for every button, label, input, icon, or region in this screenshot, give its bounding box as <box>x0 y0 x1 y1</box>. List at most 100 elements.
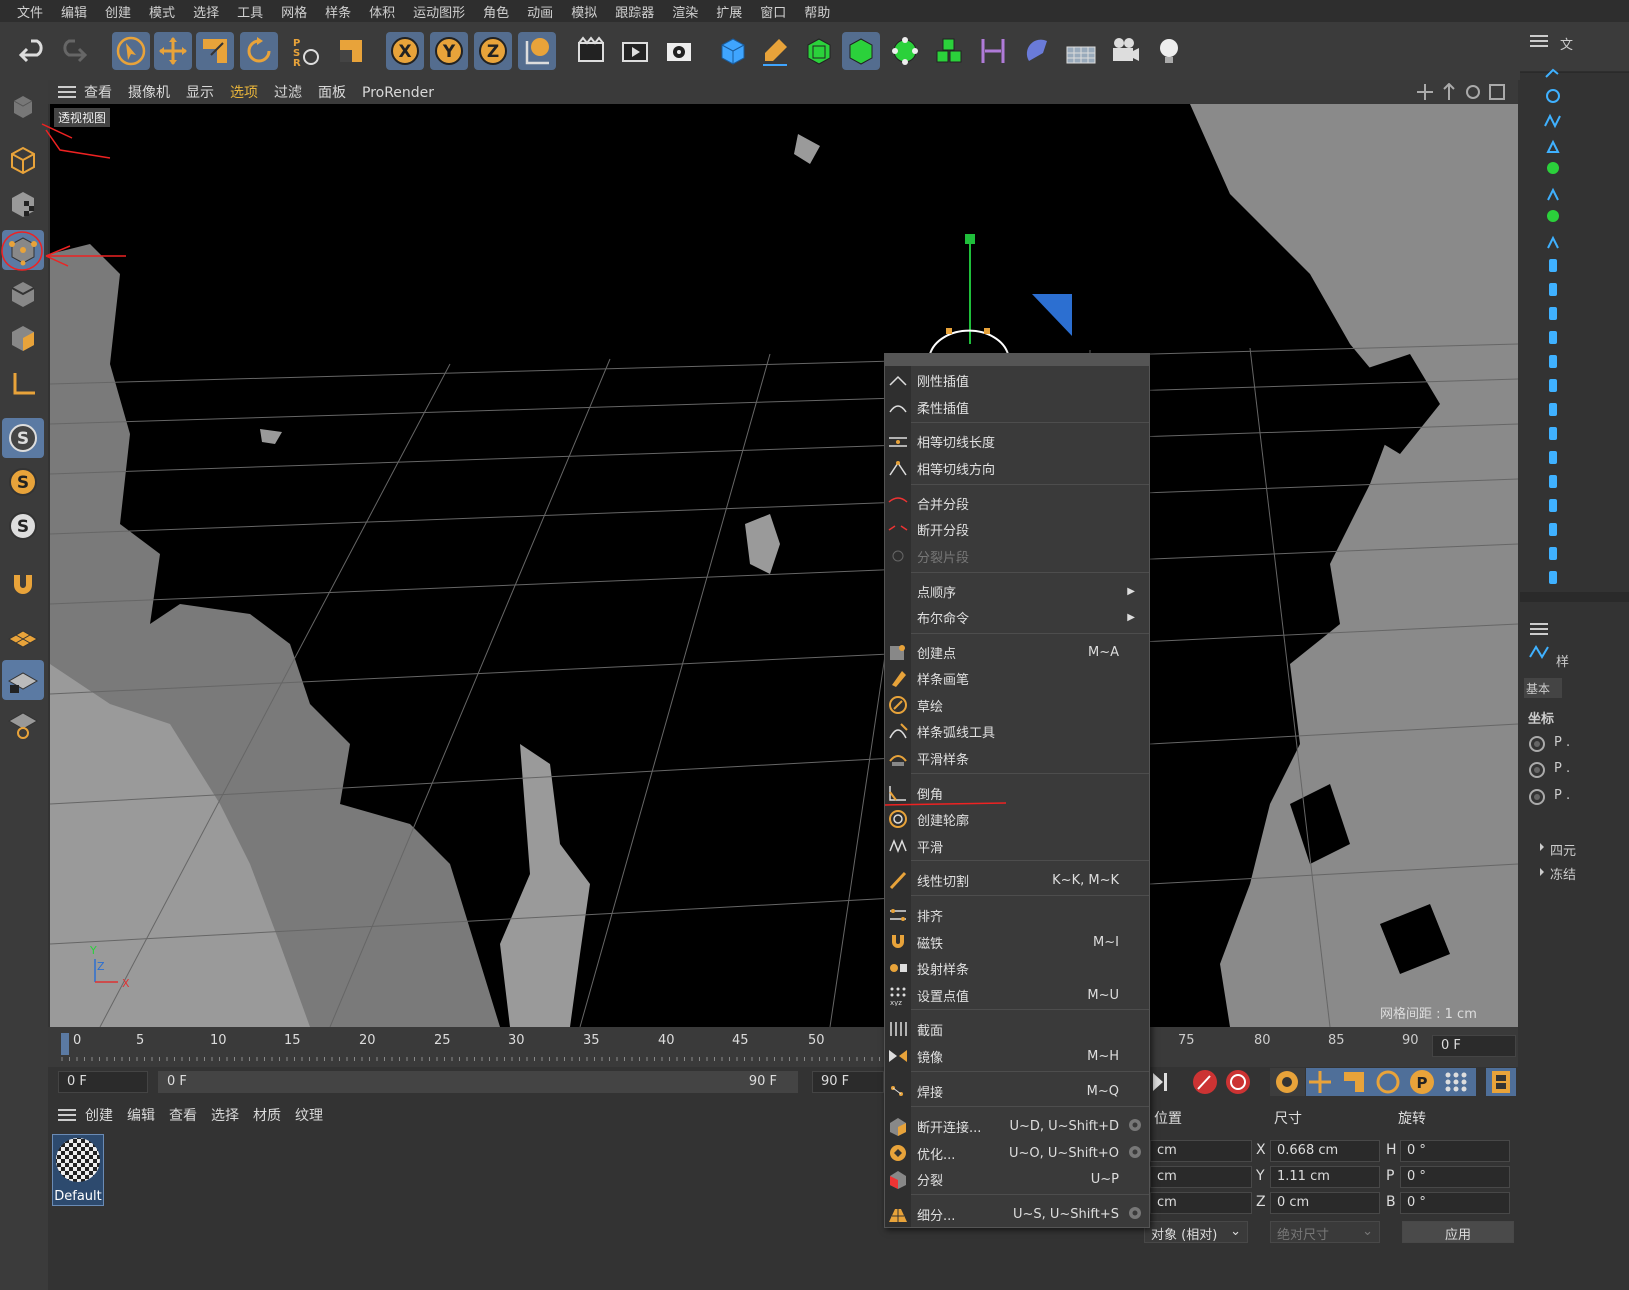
perspective-viewport[interactable]: Y Z X <box>50 104 1518 1027</box>
orbit-icon[interactable] <box>1464 83 1482 101</box>
axis-mode-icon[interactable] <box>2 364 44 404</box>
move-icon[interactable] <box>154 32 192 70</box>
context-menu-item[interactable]: 优化... U~O, U~Shift+O <box>885 1140 1149 1166</box>
menu-item[interactable]: 角色 <box>474 2 518 21</box>
context-menu-item[interactable]: 磁铁 M~I <box>885 929 1149 955</box>
rotation-field[interactable]: 0 ° <box>1400 1192 1510 1214</box>
context-menu-item[interactable]: 创建点 M~A <box>885 639 1149 665</box>
viewport-hamburger-icon[interactable] <box>48 85 76 99</box>
context-menu-item[interactable]: 焊接 M~Q <box>885 1078 1149 1104</box>
material-hamburger-icon[interactable] <box>48 1108 78 1122</box>
cloner-icon[interactable] <box>930 32 968 70</box>
last-tool-icon[interactable] <box>332 32 370 70</box>
context-menu-item[interactable]: 投射样条 <box>885 955 1149 981</box>
position-field[interactable]: cm <box>1150 1166 1252 1188</box>
render-view-icon[interactable] <box>616 32 654 70</box>
context-menu-item[interactable]: 倒角 <box>885 780 1149 806</box>
rotation-field[interactable]: 0 ° <box>1400 1140 1510 1162</box>
menu-item[interactable]: 模式 <box>140 2 184 21</box>
keyframe-selection-icon[interactable] <box>1276 1071 1298 1093</box>
pan-icon[interactable] <box>1416 83 1434 101</box>
rotate-icon[interactable] <box>240 32 278 70</box>
size-mode-select[interactable]: 绝对尺寸 ⌄ <box>1270 1221 1380 1243</box>
camera-icon[interactable] <box>1106 32 1144 70</box>
texture-mode-icon[interactable] <box>2 184 44 224</box>
edges-mode-icon[interactable] <box>2 274 44 314</box>
render-region-icon[interactable] <box>572 32 610 70</box>
context-menu-item[interactable]: 截面 <box>885 1016 1149 1042</box>
context-menu-item[interactable]: 相等切线长度 <box>885 428 1149 454</box>
floor-icon[interactable] <box>1062 32 1100 70</box>
material-menu-item[interactable]: 编辑 <box>120 1108 162 1124</box>
y-axis-icon[interactable]: Y <box>430 32 468 70</box>
goto-end-icon[interactable] <box>1153 1073 1167 1091</box>
solo-icon[interactable]: S <box>2 418 44 458</box>
material-menu-item[interactable]: 纹理 <box>288 1108 330 1124</box>
cube-icon[interactable] <box>714 32 752 70</box>
viewport-menu-item[interactable]: 摄像机 <box>120 85 178 101</box>
points-mode-icon[interactable] <box>2 230 44 270</box>
attr-quaternion-group[interactable]: 四元 <box>1550 840 1576 859</box>
menu-item[interactable]: 文件 <box>8 2 52 21</box>
menu-item[interactable]: 体积 <box>360 2 404 21</box>
context-menu-item[interactable]: 镜像 M~H <box>885 1043 1149 1069</box>
zoom-icon[interactable] <box>1440 83 1458 101</box>
menu-item[interactable]: 模拟 <box>562 2 606 21</box>
menu-item[interactable]: 创建 <box>96 2 140 21</box>
attr-freeze-group[interactable]: 冻结 <box>1550 864 1576 883</box>
material-menu-item[interactable]: 材质 <box>246 1108 288 1124</box>
world-coord-icon[interactable] <box>518 32 556 70</box>
key-pla-icon[interactable] <box>1445 1072 1467 1092</box>
material-menu-item[interactable]: 查看 <box>162 1108 204 1124</box>
start-frame-field[interactable]: 0 F <box>58 1071 148 1093</box>
size-field[interactable]: 1.11 cm <box>1270 1166 1380 1188</box>
current-frame-field[interactable]: 0 F <box>1432 1035 1516 1057</box>
context-menu-item[interactable]: 点顺序 ▶ <box>885 578 1149 604</box>
context-menu-item[interactable]: 分裂 U~P <box>885 1166 1149 1192</box>
light-icon[interactable] <box>1150 32 1188 70</box>
menu-item[interactable]: 跟踪器 <box>606 2 663 21</box>
key-param-icon[interactable]: P <box>1410 1070 1434 1094</box>
menu-item[interactable]: 工具 <box>228 2 272 21</box>
psr-icon[interactable]: PSR <box>286 32 324 70</box>
menu-item[interactable]: 动画 <box>518 2 562 21</box>
key-scale-icon[interactable] <box>1344 1072 1364 1092</box>
menu-item[interactable]: 网格 <box>272 2 316 21</box>
menu-item[interactable]: 窗口 <box>751 2 795 21</box>
autokey-icon[interactable] <box>1226 1070 1250 1094</box>
context-menu-item[interactable]: 断开连接... U~D, U~Shift+D <box>885 1113 1149 1139</box>
pen-icon[interactable] <box>756 32 794 70</box>
snap-magnet-icon[interactable] <box>2 564 44 604</box>
gear-icon[interactable] <box>1127 1117 1143 1137</box>
attr-p-item[interactable]: P . <box>1554 788 1570 803</box>
locked-workplane-icon[interactable] <box>2 660 44 700</box>
context-menu-item[interactable]: xyz 设置点值 M~U <box>885 982 1149 1008</box>
viewport-menu-item[interactable]: 过滤 <box>266 85 310 101</box>
context-menu-item[interactable]: 线性切割 K~K, M~K <box>885 867 1149 893</box>
make-editable-icon[interactable] <box>2 86 44 126</box>
context-menu-item[interactable]: 布尔命令 ▶ <box>885 604 1149 630</box>
menu-item[interactable]: 渲染 <box>663 2 707 21</box>
context-menu-item[interactable]: 相等切线方向 <box>885 455 1149 481</box>
render-settings-icon[interactable] <box>660 32 698 70</box>
size-field[interactable]: 0 cm <box>1270 1192 1380 1214</box>
mograph-icon[interactable] <box>886 32 924 70</box>
apply-button[interactable]: 应用 <box>1402 1221 1514 1243</box>
workplane-icon[interactable] <box>2 618 44 658</box>
viewport-menu-item[interactable]: 查看 <box>76 85 120 101</box>
context-menu-item[interactable]: 样条弧线工具 <box>885 718 1149 744</box>
maximize-view-icon[interactable] <box>1488 83 1506 101</box>
range-slider[interactable]: 0 F 90 F <box>158 1071 798 1093</box>
menu-item[interactable]: 编辑 <box>52 2 96 21</box>
extrude-icon[interactable] <box>842 32 880 70</box>
z-axis-icon[interactable]: Z <box>474 32 512 70</box>
context-menu-item[interactable]: 创建轮廓 <box>885 806 1149 832</box>
end-frame-field[interactable]: 90 F <box>812 1071 884 1093</box>
field-icon[interactable] <box>1018 32 1056 70</box>
gear-icon[interactable] <box>1127 1205 1143 1225</box>
context-menu-item[interactable]: 断开分段 <box>885 516 1149 542</box>
model-mode-icon[interactable] <box>2 140 44 180</box>
object-manager-tab[interactable]: 文 <box>1560 34 1573 53</box>
attr-hamburger-icon[interactable] <box>1530 622 1548 640</box>
viewport-menu-item[interactable]: 显示 <box>178 85 222 101</box>
